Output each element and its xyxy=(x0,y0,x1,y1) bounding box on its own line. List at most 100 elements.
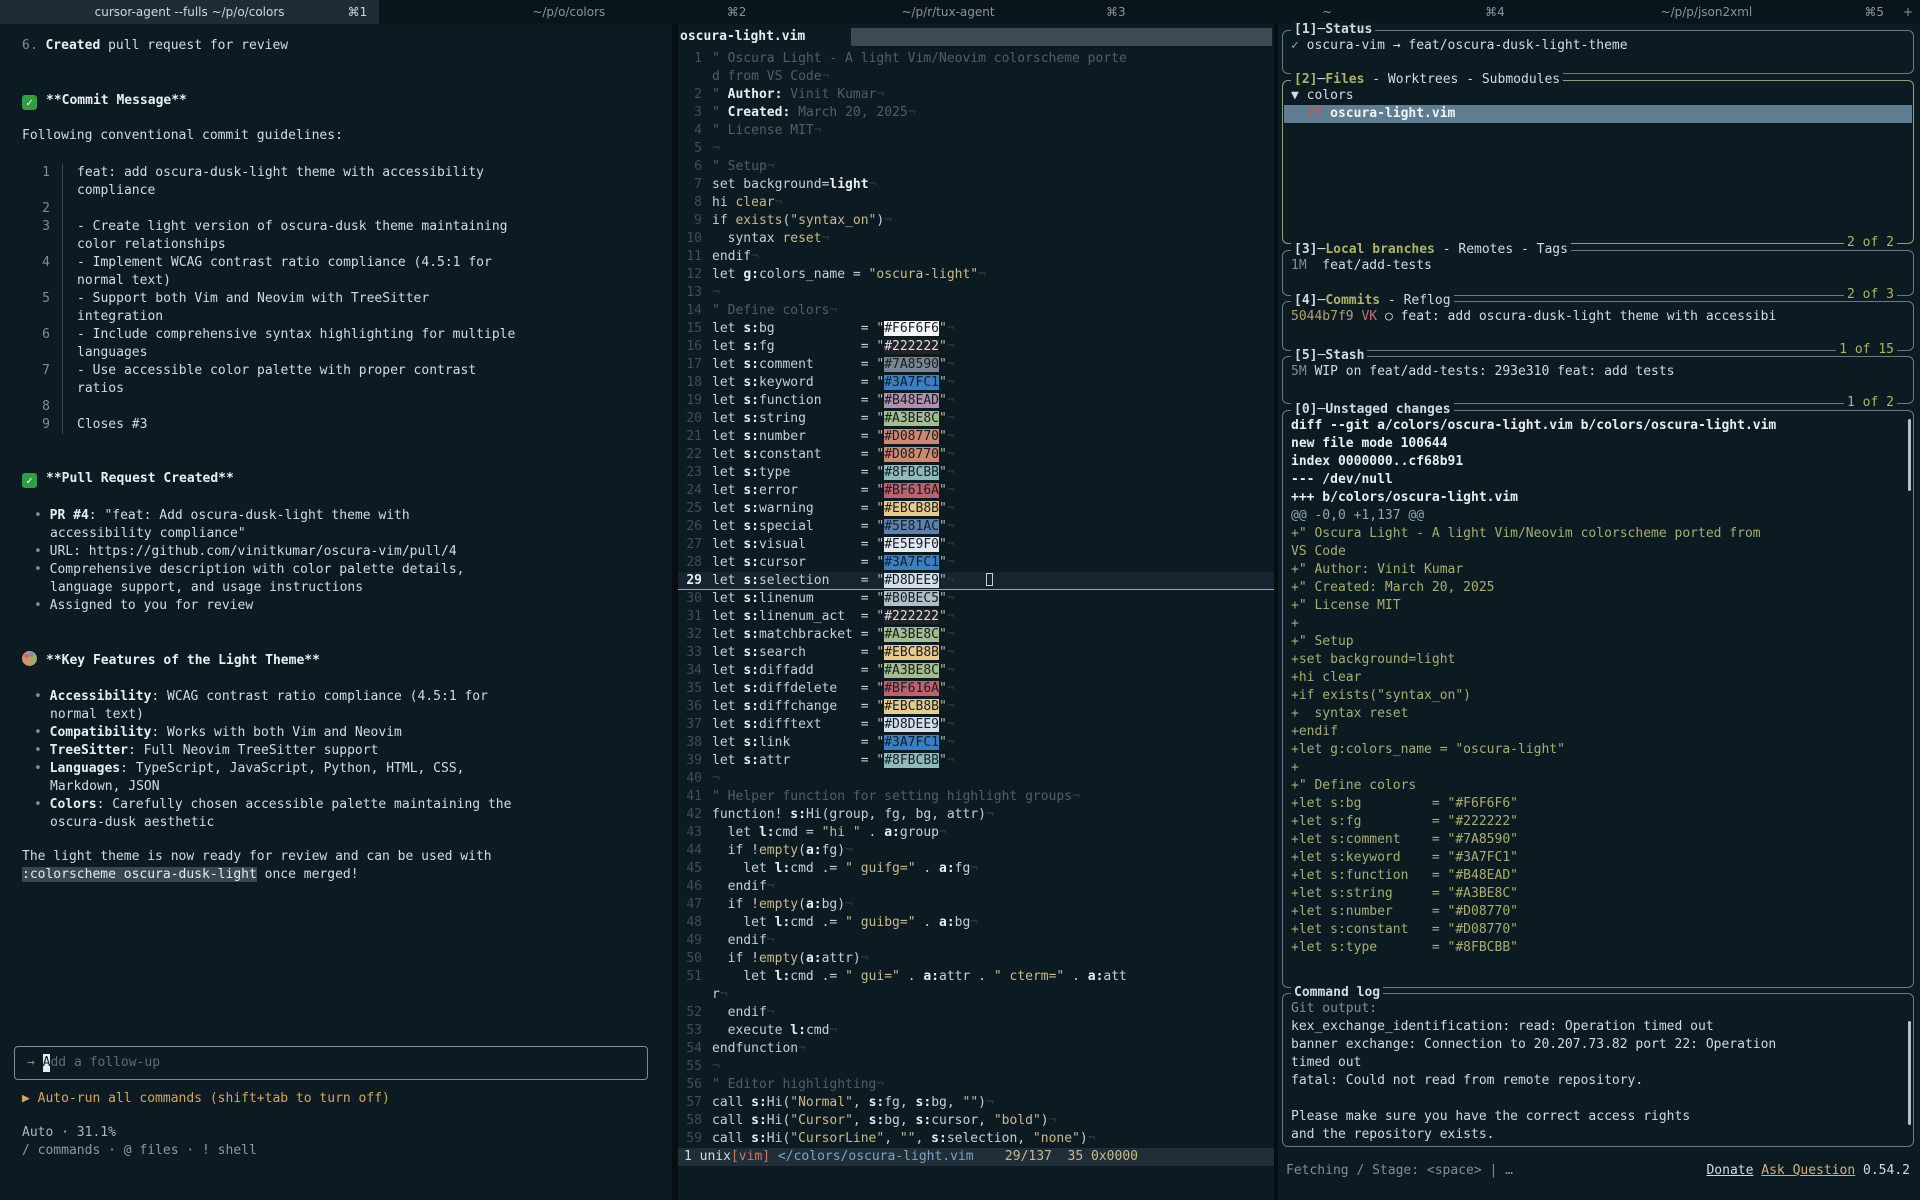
bullet-item: • TreeSitter: Full Neovim TreeSitter sup… xyxy=(22,742,515,760)
command-log-scrollbar[interactable] xyxy=(1908,1021,1911,1125)
follow-up-input[interactable]: → Add a follow-up xyxy=(14,1046,648,1080)
vim-line-56: 56" Editor highlighting¬ xyxy=(678,1076,1274,1094)
vim-line-55: 55¬ xyxy=(678,1058,1274,1076)
git-files-panel-title: [2]─Files - Worktrees - Submodules xyxy=(1291,71,1563,89)
code-line: 9Closes #3 xyxy=(22,416,672,434)
command-log-line: Git output: xyxy=(1291,1000,1905,1018)
git-status-panel[interactable]: [1]─Status ✓ oscura-vim → feat/oscura-du… xyxy=(1282,30,1914,74)
vim-line-21: 21let s:number = "#D08770"¬ xyxy=(678,428,1274,446)
vim-line-53: 53 execute l:cmd¬ xyxy=(678,1022,1274,1040)
git-branches-panel[interactable]: [3]─Local branches - Remotes - Tags 1M f… xyxy=(1282,250,1914,296)
vim-line-45: 45 let l:cmd .= " guifg=" . a:fg¬ xyxy=(678,860,1274,878)
tmux-window-tab[interactable]: ~/p/p/json2xml⌘5 xyxy=(1517,0,1896,24)
diff-line: +endif xyxy=(1291,723,1905,741)
donate-link[interactable]: Donate xyxy=(1706,1162,1753,1180)
git-branch-row[interactable]: 1M feat/add-tests xyxy=(1291,257,1905,275)
vim-line-7: 7set background=light¬ xyxy=(678,176,1274,194)
diff-line: +" License MIT xyxy=(1291,597,1905,615)
pull-request-header: ✓**Pull Request Created** xyxy=(22,470,672,488)
git-files-panel[interactable]: [2]─Files - Worktrees - Submodules ▼ col… xyxy=(1282,80,1914,244)
diff-line: +let g:colors_name = "oscura-light" xyxy=(1291,741,1905,759)
mode-status-line: Auto · 31.1% xyxy=(22,1124,116,1142)
vim-line-29: 29let s:selection = "#D8DEE9"¬ xyxy=(678,572,1274,590)
vim-line-32: 32let s:matchbracket = "#A3BE8C"¬ xyxy=(678,626,1274,644)
vim-line-58: 58call s:Hi("Cursor", s:bg, s:cursor, "b… xyxy=(678,1112,1274,1130)
git-commits-panel[interactable]: [4]─Commits - Reflog 5044b7f9 VK ○ feat:… xyxy=(1282,301,1914,351)
ask-question-link[interactable]: Ask Question xyxy=(1761,1162,1855,1180)
vim-line-51: r¬ xyxy=(678,986,1274,1004)
diff-line: +let s:function = "#B48EAD" xyxy=(1291,867,1905,885)
git-unstaged-changes-panel[interactable]: [0]─Unstaged changes diff --git a/colors… xyxy=(1282,410,1914,988)
vim-buffer[interactable]: 1" Oscura Light - A light Vim/Neovim col… xyxy=(678,46,1274,1148)
git-stash-row[interactable]: 5M WIP on feat/add-tests: 293e310 feat: … xyxy=(1291,363,1905,381)
vim-line-10: 10 syntax reset¬ xyxy=(678,230,1274,248)
vim-line-15: 15let s:bg = "#F6F6F6"¬ xyxy=(678,320,1274,338)
diff-line: +set background=light xyxy=(1291,651,1905,669)
prompt-arrow-icon: → xyxy=(27,1054,43,1072)
git-files-tree-dir[interactable]: ▼ colors xyxy=(1291,87,1905,105)
git-command-log-panel[interactable]: Command log Git output:kex_exchange_iden… xyxy=(1282,993,1914,1147)
tmux-window-tab[interactable]: cursor-agent --fulls ~/p/o/colors⌘1 xyxy=(0,0,379,24)
vim-line-16: 16let s:fg = "#222222"¬ xyxy=(678,338,1274,356)
chat-pane: 6. Created pull request for review ✓**Co… xyxy=(0,24,672,1200)
vim-line-49: 49 endif¬ xyxy=(678,932,1274,950)
vim-line-51: 51 let l:cmd .= " gui=" . a:attr . " cte… xyxy=(678,968,1274,986)
diff-line: index 0000000..cf68b91 xyxy=(1291,453,1905,471)
git-diff-view: diff --git a/colors/oscura-light.vim b/c… xyxy=(1283,411,1913,963)
tmux-window-tab[interactable]: ~/p/o/colors⌘2 xyxy=(379,0,758,24)
git-stash-panel[interactable]: [5]─Stash 5M WIP on feat/add-tests: 293e… xyxy=(1282,356,1914,404)
diff-line: + xyxy=(1291,759,1905,777)
diff-line: +" Author: Vinit Kumar xyxy=(1291,561,1905,579)
vim-line-18: 18let s:keyword = "#3A7FC1"¬ xyxy=(678,374,1274,392)
git-branch-status: ✓ oscura-vim → feat/oscura-dusk-light-th… xyxy=(1291,37,1905,55)
vim-line-12: 12let g:colors_name = "oscura-light"¬ xyxy=(678,266,1274,284)
diff-line: +if exists("syntax_on") xyxy=(1291,687,1905,705)
features-bullet-list: • Accessibility: WCAG contrast ratio com… xyxy=(22,688,672,832)
vim-line-26: 26let s:special = "#5E81AC"¬ xyxy=(678,518,1274,536)
vim-pane[interactable]: oscura-light.vim 1" Oscura Light - A lig… xyxy=(678,24,1274,1200)
code-line: 1feat: add oscura-dusk-light theme with … xyxy=(22,164,672,200)
git-file-row-selected[interactable]: ?? oscura-light.vim xyxy=(1284,105,1912,123)
vim-line-27: 27let s:visual = "#E5E9F0"¬ xyxy=(678,536,1274,554)
palette-icon xyxy=(22,651,37,666)
vim-line-5: 5¬ xyxy=(678,140,1274,158)
diff-line: @@ -0,0 +1,137 @@ xyxy=(1291,507,1905,525)
vim-line-47: 47 if !empty(a:bg)¬ xyxy=(678,896,1274,914)
auto-run-toggle[interactable]: ▶ Auto-run all commands (shift+tab to tu… xyxy=(22,1090,390,1108)
vim-tabline-fill xyxy=(851,28,1272,46)
code-line: 3- Create light version of oscura-dusk t… xyxy=(22,218,672,254)
git-status-panel-title: [1]─Status xyxy=(1291,21,1375,39)
diff-line: +" Created: March 20, 2025 xyxy=(1291,579,1905,597)
diff-line: +let s:fg = "#222222" xyxy=(1291,813,1905,831)
diff-scrollbar[interactable] xyxy=(1908,419,1911,491)
git-command-log: Git output:kex_exchange_identification: … xyxy=(1283,994,1913,1150)
input-placeholder: dd a follow-up xyxy=(50,1054,160,1072)
git-loading-status: Fetching / Stage: <space> | … xyxy=(1286,1162,1706,1180)
git-commit-row[interactable]: 5044b7f9 VK ○ feat: add oscura-dusk-ligh… xyxy=(1291,308,1905,326)
diff-line: +let s:number = "#D08770" xyxy=(1291,903,1905,921)
vim-line-9: 9if exists("syntax_on")¬ xyxy=(678,212,1274,230)
command-log-line: banner exchange: Connection to 20.207.73… xyxy=(1291,1036,1905,1072)
tmux-new-window-button[interactable]: + xyxy=(1896,0,1920,24)
text-cursor: A xyxy=(43,1054,51,1072)
diff-line: + syntax reset xyxy=(1291,705,1905,723)
tmux-window-tab[interactable]: ~/p/r/tux-agent⌘3 xyxy=(758,0,1137,24)
diff-line: +hi clear xyxy=(1291,669,1905,687)
code-line: 8 xyxy=(22,398,672,416)
commit-message-header: ✓**Commit Message** xyxy=(22,92,672,110)
vim-line-41: 41" Helper function for setting highligh… xyxy=(678,788,1274,806)
vim-line-46: 46 endif¬ xyxy=(678,878,1274,896)
vim-line-31: 31let s:linenum_act = "#222222"¬ xyxy=(678,608,1274,626)
command-log-line: and the repository exists. xyxy=(1291,1126,1905,1144)
bullet-item: • Assigned to you for review xyxy=(22,597,515,615)
diff-line: +let s:constant = "#D08770" xyxy=(1291,921,1905,939)
chat-step-line: 6. Created pull request for review xyxy=(22,24,672,55)
vim-line-14: 14" Define colors¬ xyxy=(678,302,1274,320)
inline-code: :colorscheme oscura-dusk-light xyxy=(22,867,257,882)
vim-tab-filename[interactable]: oscura-light.vim xyxy=(678,28,805,46)
vim-line-24: 24let s:error = "#BF616A"¬ xyxy=(678,482,1274,500)
vim-line-4: 4" License MIT¬ xyxy=(678,122,1274,140)
git-stash-panel-title: [5]─Stash xyxy=(1291,347,1367,365)
commit-intro: Following conventional commit guidelines… xyxy=(22,127,672,145)
diff-line: +" Setup xyxy=(1291,633,1905,651)
